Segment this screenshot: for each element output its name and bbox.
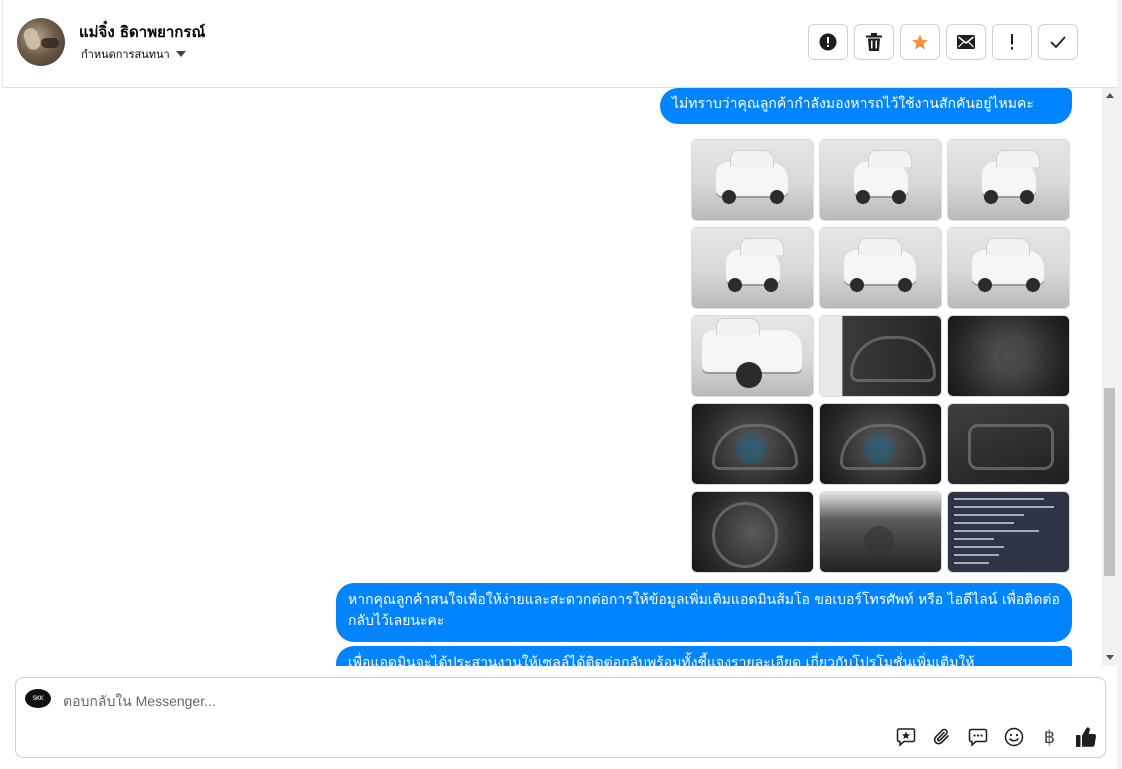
exclamation-icon (1011, 34, 1013, 50)
emoji-icon (1004, 727, 1023, 747)
message-bubble[interactable]: เพื่อแอดมินจะได้ประสานงานให้เซลล์ได้ติดต… (336, 646, 1072, 666)
checkmark-icon (1050, 36, 1066, 48)
alert-circle-icon (819, 33, 837, 51)
conversation-header: แม่จิ๋ง ธิดาพยากรณ์ กำหนดการสนทนา (2, 0, 1118, 88)
delete-button[interactable] (854, 24, 894, 60)
conversation-schedule-label: กำหนดการสนทนา (81, 48, 170, 61)
car-photo-rear-spare[interactable] (691, 227, 814, 309)
contact-name[interactable]: แม่จิ๋ง ธิดาพยากรณ์ (79, 20, 205, 44)
star-button[interactable] (900, 24, 940, 60)
car-photo-door-panel[interactable] (819, 315, 942, 397)
message-bubble[interactable]: หากคุณลูกค้าสนใจเพื่อให้ง่ายและสะดวกต่อก… (336, 583, 1072, 642)
star-icon (912, 34, 928, 50)
car-photo-front[interactable] (819, 139, 942, 221)
mark-done-button[interactable] (1038, 24, 1078, 60)
car-photo-rear[interactable] (947, 139, 1070, 221)
car-photo-front-left[interactable] (691, 139, 814, 221)
mark-unread-button[interactable] (946, 24, 986, 60)
scroll-up-arrow-icon[interactable] (1106, 93, 1114, 98)
attach-file-button[interactable] (928, 724, 955, 750)
trash-icon (866, 33, 882, 51)
baht-icon: ฿ (1043, 726, 1056, 748)
car-photo-seats[interactable] (947, 403, 1070, 485)
report-spam-button[interactable] (808, 24, 848, 60)
envelope-icon (957, 35, 975, 49)
message-thread[interactable]: ไม่ทราบว่าคุณลูกค้ากำลังมองหารถไว้ใช้งาน… (2, 88, 1102, 666)
message-bubble[interactable]: ไม่ทราบว่าคุณลูกค้ากำลังมองหารถไว้ใช้งาน… (660, 88, 1072, 124)
paperclip-icon (933, 728, 949, 745)
reply-input[interactable] (63, 690, 883, 712)
message-text: ไม่ทราบว่าคุณลูกค้ากำลังมองหารถไว้ใช้งาน… (672, 96, 1034, 112)
car-photo-wheel[interactable] (691, 315, 814, 397)
car-photo-steering-wheel[interactable] (691, 491, 814, 573)
composer-actions: ฿ (892, 724, 1099, 750)
scroll-down-arrow-icon[interactable] (1106, 655, 1114, 660)
message-text: หากคุณลูกค้าสนใจเพื่อให้ง่ายและสะดวกต่อก… (348, 592, 1060, 629)
car-photo-cabin[interactable] (819, 491, 942, 573)
caret-down-icon (175, 51, 186, 57)
car-photo-gear-shift[interactable] (947, 315, 1070, 397)
reply-composer: SKK ตอบกลับใน Messenger... ฿ (15, 677, 1106, 758)
message-text: เพื่อแอดมินจะได้ประสานงานให้เซลล์ได้ติดต… (348, 655, 975, 666)
car-photo-side-right[interactable] (819, 227, 942, 309)
emoji-button[interactable] (1000, 724, 1027, 750)
conversation-schedule-dropdown[interactable]: กำหนดการสนทนา (81, 45, 186, 63)
page-logo-icon[interactable]: SKK (25, 689, 51, 708)
panel-border (1117, 0, 1122, 769)
follow-up-button[interactable] (992, 24, 1032, 60)
car-photo-side-left[interactable] (947, 227, 1070, 309)
car-photo-gauge-cluster[interactable] (819, 403, 942, 485)
like-button[interactable] (1072, 724, 1099, 750)
conversation-toolbar (808, 24, 1078, 60)
scroll-thumb[interactable] (1104, 388, 1115, 576)
saved-reply-button[interactable] (892, 724, 919, 750)
photo-album (691, 139, 1070, 573)
thumbs-up-icon (1075, 727, 1096, 747)
chat-bubble-icon (968, 728, 987, 747)
thread-scrollbar[interactable] (1102, 88, 1117, 666)
car-spec-sheet-photo[interactable] (947, 491, 1070, 573)
payment-button[interactable]: ฿ (1036, 724, 1063, 750)
message-button[interactable] (964, 724, 991, 750)
contact-avatar[interactable] (17, 18, 65, 66)
page-logo-text: SKK (32, 695, 44, 702)
car-photo-dashboard[interactable] (691, 403, 814, 485)
saved-reply-icon (896, 728, 915, 747)
